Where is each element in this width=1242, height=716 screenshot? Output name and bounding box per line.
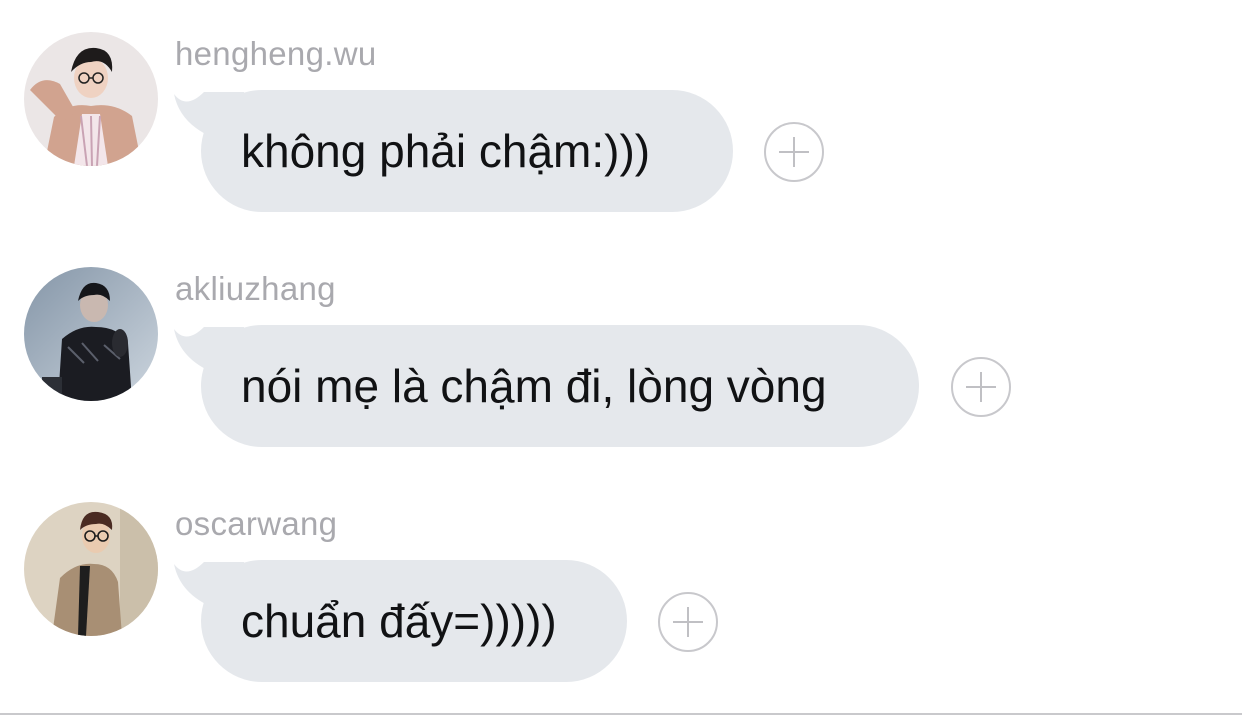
username[interactable]: akliuzhang (175, 269, 336, 309)
avatar[interactable] (24, 502, 158, 636)
message-text: nói mẹ là chậm đi, lòng vòng (241, 360, 827, 412)
message-bubble[interactable]: nói mẹ là chậm đi, lòng vòng (201, 325, 919, 447)
add-reaction-button[interactable] (951, 357, 1011, 417)
message-row: oscarwang chuẩn đấy=))))) (0, 502, 1242, 702)
avatar[interactable] (24, 32, 158, 166)
add-reaction-button[interactable] (764, 122, 824, 182)
message-bubble[interactable]: chuẩn đấy=))))) (201, 560, 627, 682)
username[interactable]: oscarwang (175, 504, 337, 544)
profile-photo-icon (24, 267, 158, 401)
message-bubble[interactable]: không phải chậm:))) (201, 90, 733, 212)
message-row: akliuzhang nói mẹ là chậm đi, lòng vòng (0, 267, 1242, 467)
profile-photo-icon (24, 32, 158, 166)
add-reaction-button[interactable] (658, 592, 718, 652)
divider (0, 713, 1242, 715)
username[interactable]: hengheng.wu (175, 34, 376, 74)
profile-photo-icon (24, 502, 158, 636)
avatar[interactable] (24, 267, 158, 401)
message-row: hengheng.wu không phải chậm:))) (0, 32, 1242, 232)
message-text: chuẩn đấy=))))) (241, 595, 557, 647)
message-text: không phải chậm:))) (241, 125, 651, 177)
